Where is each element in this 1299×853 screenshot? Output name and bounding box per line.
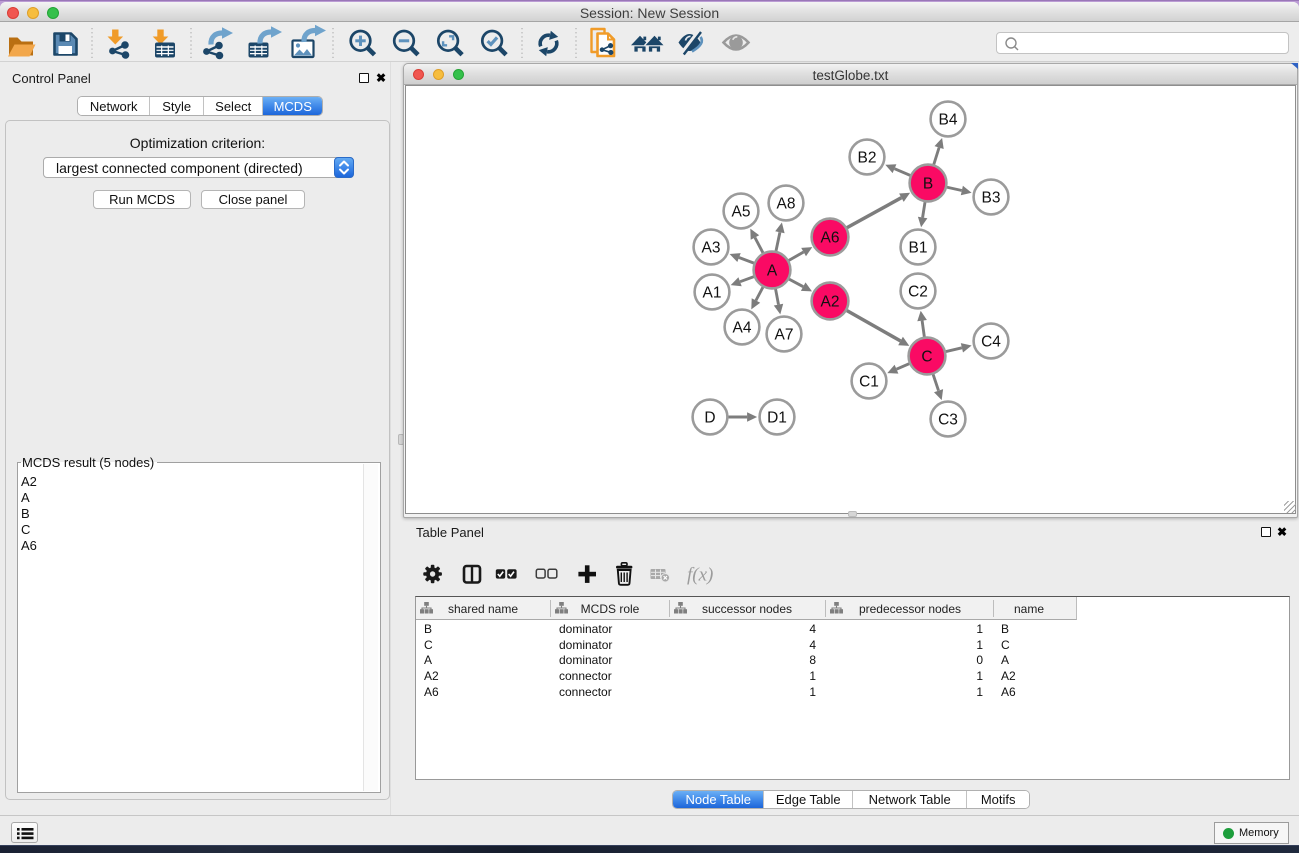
svg-text:A2: A2	[821, 293, 840, 310]
svg-text:A4: A4	[733, 319, 752, 336]
svg-text:B2: B2	[858, 149, 877, 166]
svg-text:A8: A8	[777, 195, 796, 212]
svg-text:A3: A3	[702, 239, 721, 256]
svg-text:A5: A5	[732, 203, 751, 220]
svg-text:C4: C4	[981, 333, 1001, 350]
svg-text:B1: B1	[909, 239, 928, 256]
svg-text:C1: C1	[859, 373, 879, 390]
svg-text:A: A	[767, 262, 778, 279]
svg-text:C2: C2	[908, 283, 928, 300]
svg-text:D: D	[704, 409, 715, 426]
svg-text:A6: A6	[821, 229, 840, 246]
svg-text:A1: A1	[703, 284, 722, 301]
svg-text:B: B	[923, 175, 933, 192]
svg-text:A7: A7	[775, 326, 794, 343]
svg-text:C: C	[921, 348, 932, 365]
svg-text:B3: B3	[982, 189, 1001, 206]
svg-text:D1: D1	[767, 409, 787, 426]
svg-text:B4: B4	[939, 111, 958, 128]
svg-text:f(x): f(x)	[687, 565, 713, 586]
svg-text:C3: C3	[938, 411, 958, 428]
